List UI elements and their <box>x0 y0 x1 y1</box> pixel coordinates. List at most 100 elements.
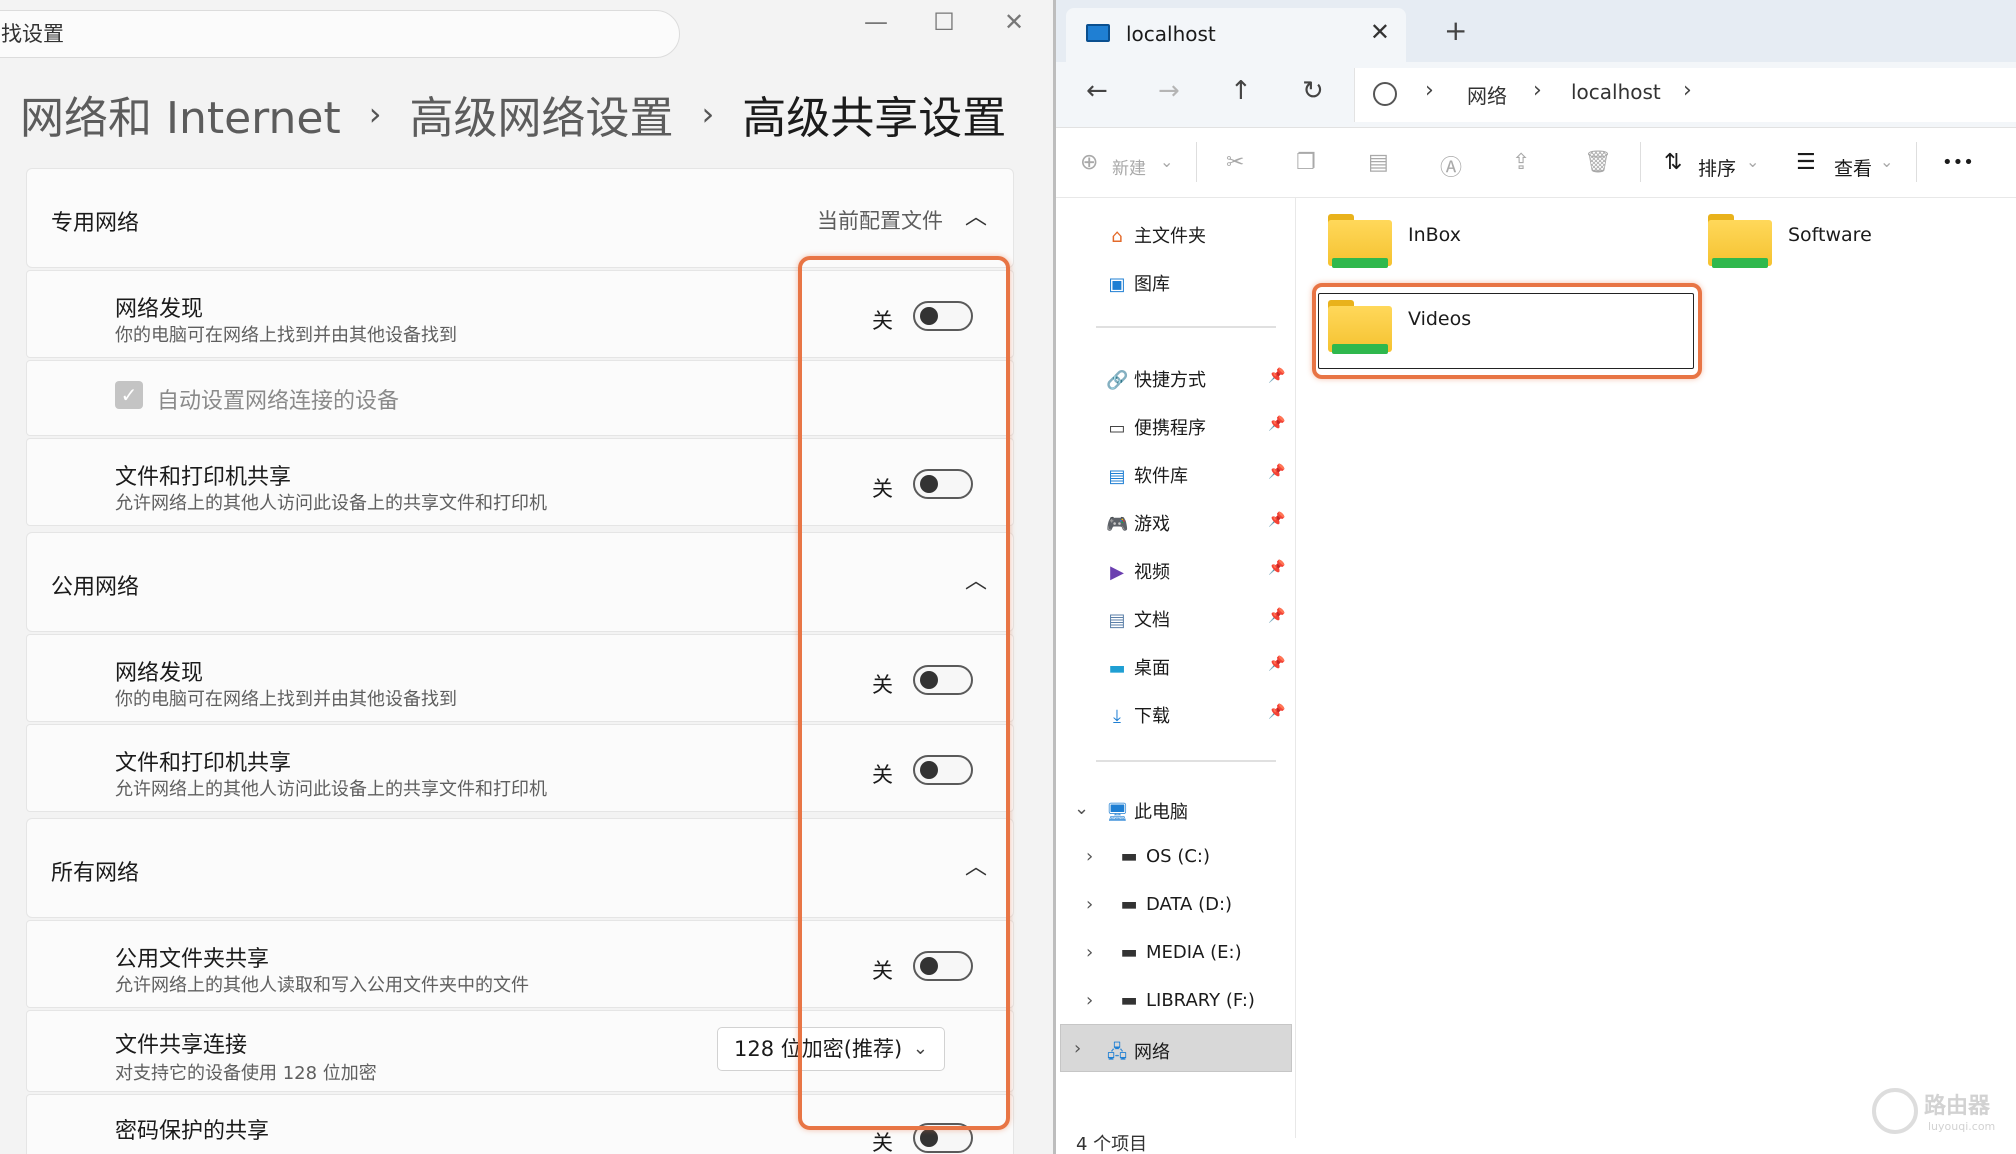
section-title: 公用网络 <box>51 575 140 600</box>
expand-chevron-icon[interactable]: › <box>1086 846 1093 867</box>
sidebar-item-desktop[interactable]: ▬ 桌面 <box>1106 654 1170 680</box>
home-icon: ⌂ <box>1111 226 1123 247</box>
sort-icon[interactable]: ⇅ <box>1664 150 1682 175</box>
chevron-right-icon[interactable]: › <box>1533 78 1542 103</box>
status-bar: 4 个项目 <box>1076 1134 1148 1154</box>
refresh-button[interactable]: ↻ <box>1302 76 1324 106</box>
sidebar-item-documents[interactable]: ▤ 文档 <box>1106 606 1170 632</box>
auto-setup-label: 自动设置网络连接的设备 <box>157 389 400 414</box>
drive-icon: ▬ <box>1120 894 1138 915</box>
chevron-down-icon: ⌄ <box>1880 152 1894 171</box>
link-icon: 🔗 <box>1106 370 1129 391</box>
more-options-icon[interactable]: ••• <box>1942 152 1974 173</box>
cut-icon[interactable]: ✂ <box>1226 150 1244 175</box>
new-icon[interactable]: ⊕ <box>1080 150 1098 175</box>
settings-search-input[interactable]: 找设置 <box>0 10 680 58</box>
close-tab-icon[interactable]: ✕ <box>1370 18 1390 46</box>
auto-setup-checkbox[interactable]: ✓ <box>115 381 143 409</box>
delete-icon[interactable]: 🗑 <box>1584 150 1612 175</box>
breadcrumb-advanced-network[interactable]: 高级网络设置 <box>410 82 674 146</box>
computer-icon: 🖥 <box>1106 802 1129 823</box>
minimize-button[interactable]: — <box>856 8 896 36</box>
setting-title: 网络发现 <box>115 297 204 322</box>
expand-chevron-icon[interactable]: › <box>1086 990 1093 1011</box>
folder-name: Software <box>1788 224 1872 246</box>
sidebar-item-network[interactable]: 🖧 网络 <box>1106 1038 1170 1070</box>
tab-label: localhost <box>1126 22 1216 46</box>
toolbar-divider <box>1196 142 1197 182</box>
chevron-right-icon[interactable]: › <box>1425 78 1434 103</box>
copy-icon[interactable]: ❐ <box>1296 150 1316 175</box>
sidebar-item-portable[interactable]: ▭ 便携程序 <box>1106 414 1206 440</box>
pin-icon: 📌 <box>1268 416 1286 432</box>
up-button[interactable]: ↑ <box>1230 76 1252 106</box>
forward-button[interactable]: → <box>1158 76 1180 106</box>
gamepad-icon: 🎮 <box>1106 514 1129 535</box>
view-icon[interactable]: ☰ <box>1796 150 1816 175</box>
setting-title: 公用文件夹共享 <box>115 947 270 972</box>
section-private-network[interactable]: 专用网络 当前配置文件 ︿ <box>26 168 1014 268</box>
share-icon[interactable]: ⇪ <box>1512 150 1530 175</box>
back-button[interactable]: ← <box>1086 76 1108 106</box>
toolbar-divider <box>1640 142 1641 182</box>
library-icon: ▤ <box>1108 466 1126 487</box>
sidebar-item-software[interactable]: ▤ 软件库 <box>1106 462 1188 488</box>
address-segment-localhost[interactable]: localhost <box>1571 80 1661 104</box>
sort-button[interactable]: 排序 <box>1698 154 1736 181</box>
breadcrumb-network-internet[interactable]: 网络和 Internet <box>20 82 341 146</box>
tab-localhost[interactable]: localhost ✕ <box>1066 8 1406 62</box>
pin-icon: 📌 <box>1268 608 1286 624</box>
rename-icon[interactable]: Ⓐ <box>1440 150 1462 182</box>
expand-chevron-icon[interactable]: › <box>1086 942 1093 963</box>
breadcrumb-chevron-icon: › <box>701 95 715 133</box>
sidebar-divider <box>1096 760 1276 762</box>
sidebar-item-this-pc[interactable]: 🖥 此电脑 <box>1106 798 1188 824</box>
folder-inbox[interactable]: InBox <box>1328 214 1668 286</box>
maximize-button[interactable]: ☐ <box>924 8 964 36</box>
settings-window: 找设置 — ☐ ✕ 网络和 Internet › 高级网络设置 › 高级共享设置… <box>0 0 1053 1154</box>
download-icon: ⤓ <box>1113 706 1121 727</box>
pin-icon: 📌 <box>1268 512 1286 528</box>
sidebar-item-videos[interactable]: ▶ 视频 <box>1106 558 1170 584</box>
new-button[interactable]: 新建 <box>1112 154 1146 179</box>
setting-description: 允许网络上的其他人读取和写入公用文件夹中的文件 <box>115 975 529 996</box>
drive-icon: ▬ <box>1120 990 1138 1011</box>
sidebar-item-label: 游戏 <box>1134 514 1170 535</box>
sidebar-item-drive-f[interactable]: ▬ LIBRARY (F:) <box>1118 990 1254 1011</box>
monitor-icon <box>1086 24 1110 42</box>
paste-icon[interactable]: ▤ <box>1368 150 1389 175</box>
pin-icon: 📌 <box>1268 368 1286 384</box>
toolbar-divider <box>1916 142 1917 182</box>
sidebar-item-label: 便携程序 <box>1134 418 1206 439</box>
watermark-text: 路由器 <box>1924 1094 1991 1119</box>
setting-description: 允许网络上的其他人访问此设备上的共享文件和打印机 <box>115 779 547 800</box>
address-segment-network[interactable]: 网络 <box>1467 80 1507 109</box>
address-path[interactable]: › 网络 › localhost › <box>1354 68 2016 122</box>
sidebar-item-label: 视频 <box>1134 562 1170 583</box>
sidebar-item-label: 图库 <box>1134 274 1170 295</box>
sidebar-item-home[interactable]: ⌂ 主文件夹 <box>1106 222 1206 248</box>
breadcrumb-chevron-icon: › <box>368 95 382 133</box>
setting-title: 文件和打印机共享 <box>115 751 292 776</box>
new-tab-button[interactable]: + <box>1444 14 1467 47</box>
collapse-chevron-icon[interactable]: ⌄ <box>1074 798 1089 819</box>
chevron-up-icon[interactable]: ︿ <box>965 199 987 231</box>
expand-chevron-icon[interactable]: › <box>1074 1038 1081 1059</box>
view-button[interactable]: 查看 <box>1834 154 1872 181</box>
app-icon: ▭ <box>1108 418 1126 439</box>
network-folder-icon <box>1708 214 1772 268</box>
chevron-right-icon[interactable]: › <box>1683 78 1692 103</box>
sidebar-item-gallery[interactable]: ▣ 图库 <box>1106 270 1170 296</box>
sidebar-item-drive-c[interactable]: ▬ OS (C:) <box>1118 846 1210 867</box>
sidebar-item-drive-d[interactable]: ▬ DATA (D:) <box>1118 894 1232 915</box>
sidebar-item-shortcuts[interactable]: 🔗 快捷方式 <box>1106 366 1206 392</box>
sidebar-item-drive-e[interactable]: ▬ MEDIA (E:) <box>1118 942 1241 963</box>
setting-title: 文件和打印机共享 <box>115 465 292 490</box>
close-button[interactable]: ✕ <box>994 8 1034 36</box>
sidebar-item-downloads[interactable]: ⤓ 下载 <box>1106 702 1170 728</box>
explorer-window: localhost ✕ + ← → ↑ ↻ › 网络 › localhost ›… <box>1056 0 2016 1154</box>
sidebar-item-games[interactable]: 🎮 游戏 <box>1106 510 1170 536</box>
network-folder-icon <box>1328 214 1392 268</box>
folder-software[interactable]: Software <box>1708 214 2008 286</box>
expand-chevron-icon[interactable]: › <box>1086 894 1093 915</box>
